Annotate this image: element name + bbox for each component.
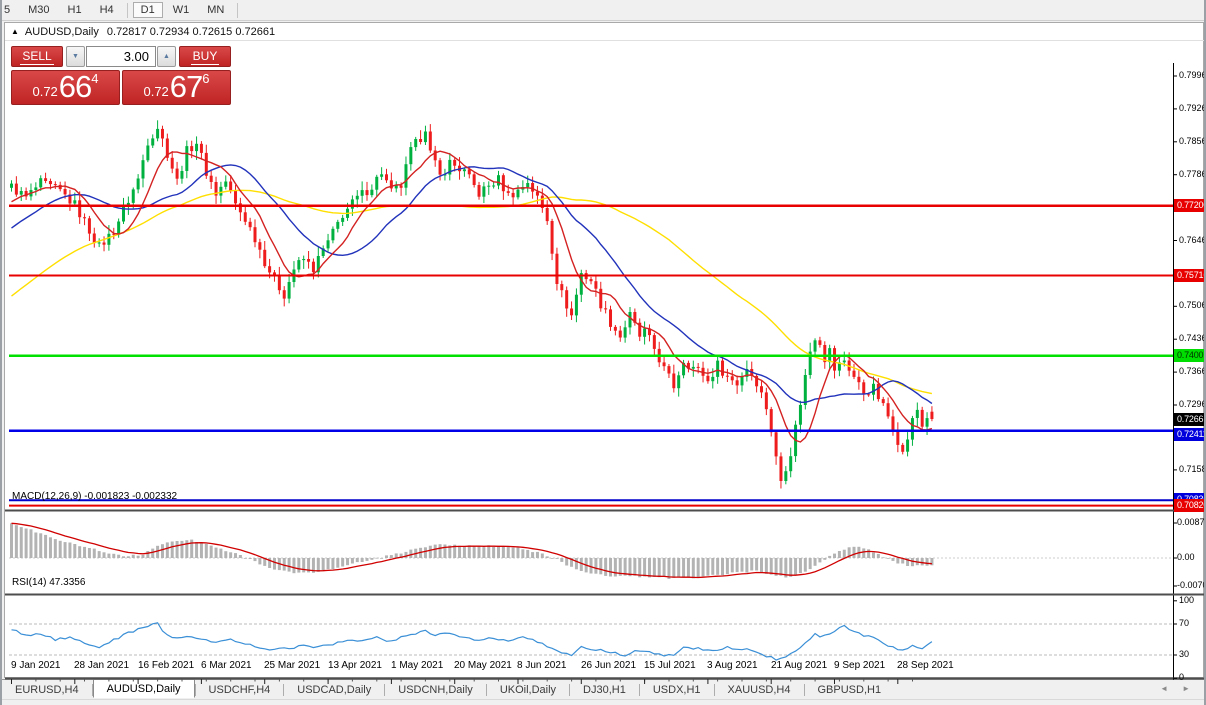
timeframe-button-w1[interactable]: W1 [165, 2, 198, 18]
macd-axis-tick-label: -0.00700 [1177, 580, 1204, 590]
date-axis-label: 8 Jun 2021 [517, 660, 567, 671]
price-axis-tick-label: 0.79260 [1179, 103, 1204, 113]
buy-price-pip: 6 [202, 71, 210, 86]
price-line-tag: 0.72411 [1174, 428, 1204, 441]
timeframe-button-mn[interactable]: MN [199, 2, 232, 18]
buy-price-main: 67 [169, 69, 203, 104]
sell-price-display[interactable]: 0.72 66 4 [11, 70, 120, 105]
sell-button[interactable]: SELL [11, 46, 63, 67]
buy-price-prefix: 0.72 [143, 84, 169, 99]
timeframe-button-d1[interactable]: D1 [132, 2, 163, 18]
date-axis-label: 21 Aug 2021 [771, 660, 828, 671]
date-axis-label: 9 Sep 2021 [834, 660, 886, 671]
spin-down-icon: ▼ [72, 53, 79, 60]
timeframe-button-m30[interactable]: M30 [20, 2, 57, 18]
price-line-tag: 0.74007 [1174, 349, 1204, 362]
date-axis-label: 16 Feb 2021 [138, 660, 195, 671]
sell-price-prefix: 0.72 [32, 84, 58, 99]
price-axis-tick-label: 0.72960 [1179, 399, 1204, 409]
tab-scroll-controls: ◄ ► [1160, 684, 1190, 693]
date-axis-label: 26 Jun 2021 [581, 660, 637, 671]
date-axis-label: 1 May 2021 [391, 660, 444, 671]
rsi-indicator-label: RSI(14) 47.3356 [12, 577, 86, 588]
rsi-axis-tick-label: 70 [1179, 618, 1190, 628]
toolbar-separator [237, 2, 239, 18]
rsi-axis-tick-label: 100 [1179, 595, 1195, 605]
current-price-tag: 0.72661 [1174, 413, 1204, 426]
date-axis-label: 6 Mar 2021 [201, 660, 252, 671]
price-line-tag: 0.75716 [1174, 269, 1204, 282]
price-axis-tick-label: 0.73660 [1179, 366, 1204, 376]
date-axis-label: 3 Aug 2021 [707, 660, 758, 671]
buy-button-label: BUY [190, 48, 220, 65]
volume-decrease-button[interactable]: ▼ [66, 46, 85, 67]
buy-button[interactable]: BUY [179, 46, 231, 67]
tab-scroll-right-icon[interactable]: ► [1182, 684, 1190, 693]
sell-button-label: SELL [20, 48, 54, 65]
toolbar-separator [126, 2, 128, 18]
timeframe-button-h4[interactable]: H4 [92, 2, 122, 18]
price-line-tag: 0.77200 [1174, 199, 1204, 212]
date-axis-label: 20 May 2021 [454, 660, 512, 671]
buy-price-display[interactable]: 0.72 67 6 [122, 70, 231, 105]
price-axis-tick-label: 0.79960 [1179, 70, 1204, 80]
date-axis-label: 13 Apr 2021 [328, 660, 382, 671]
date-axis-label: 28 Jan 2021 [74, 660, 130, 671]
chart-window[interactable]: ▲ AUDUSD,Daily 0.72817 0.72934 0.72615 0… [4, 22, 1205, 684]
sell-price-main: 66 [58, 69, 92, 104]
price-axis-tick-label: 0.75060 [1179, 300, 1204, 310]
tab-scroll-left-icon[interactable]: ◄ [1160, 684, 1168, 693]
price-axis-tick-label: 0.71580 [1179, 464, 1204, 474]
date-axis-label: 28 Sep 2021 [897, 660, 954, 671]
date-axis-label: 15 Jul 2021 [644, 660, 696, 671]
price-axis-tick-label: 0.76460 [1179, 235, 1204, 245]
chart-canvas[interactable] [5, 23, 1206, 703]
price-axis-tick-label: 0.77860 [1179, 169, 1204, 179]
macd-indicator-label: MACD(12,26,9) -0.001823 -0.002332 [12, 491, 178, 502]
volume-increase-button[interactable]: ▲ [157, 46, 176, 67]
macd-axis-tick-label: 0.00 [1177, 552, 1195, 562]
price-axis-tick-label: 0.74360 [1179, 333, 1204, 343]
rsi-axis-tick-label: 0 [1179, 672, 1185, 682]
date-axis-label: 25 Mar 2021 [264, 660, 321, 671]
spin-up-icon: ▲ [163, 53, 170, 60]
volume-input[interactable] [86, 46, 156, 67]
date-axis-label: 9 Jan 2021 [11, 660, 61, 671]
macd-axis-tick-label: 0.008739 [1177, 517, 1205, 527]
trading-terminal-window: 5 M30 H1 H4 D1 W1 MN ▲ AUDUSD,Daily 0.72817 0.… [0, 0, 1206, 705]
one-click-trade-panel: SELL ▼ ▲ BUY 0.72 66 4 0.72 67 6 [10, 46, 232, 106]
sell-price-pip: 4 [91, 71, 99, 86]
price-axis-tick-label: 0.78560 [1179, 136, 1204, 146]
price-line-tag: 0.70820 [1174, 499, 1204, 512]
rsi-axis-tick-label: 30 [1179, 649, 1190, 659]
timeframe-button-h1[interactable]: H1 [60, 2, 90, 18]
timeframe-button-5[interactable]: 5 [3, 2, 18, 18]
timeframe-toolbar: 5 M30 H1 H4 D1 W1 MN [2, 0, 1204, 21]
